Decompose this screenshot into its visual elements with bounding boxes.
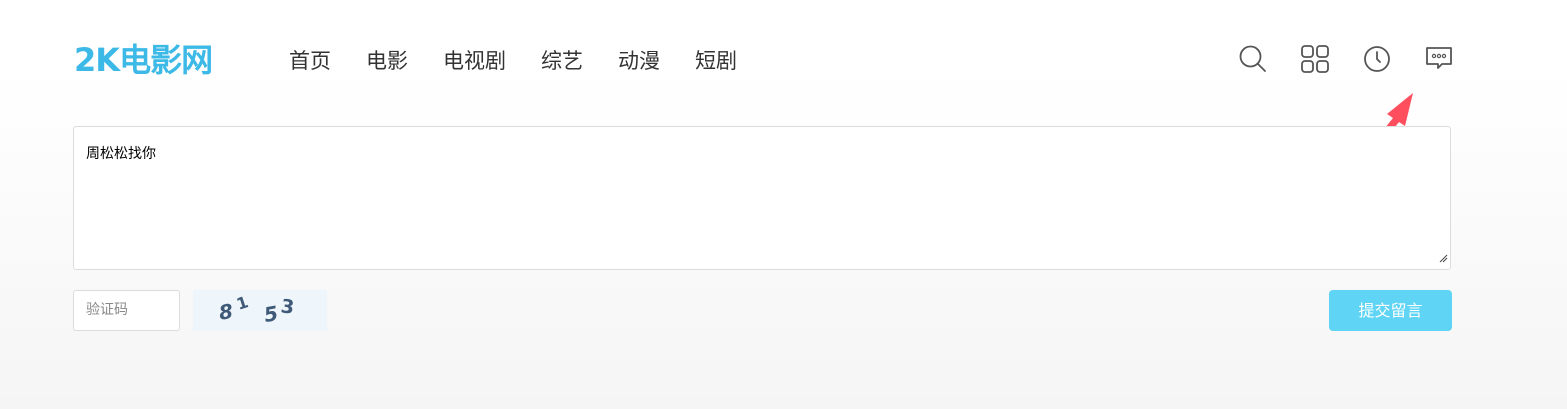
svg-text:8: 8	[217, 299, 234, 325]
message-text: 周松松找你	[86, 146, 156, 162]
nav-item-variety[interactable]: 综艺	[541, 44, 583, 78]
svg-text:1: 1	[234, 292, 250, 314]
nav-item-anime[interactable]: 动漫	[618, 44, 660, 78]
nav-item-tv-series[interactable]: 电视剧	[443, 44, 506, 78]
main-nav: 首页 电影 电视剧 综艺 动漫 短剧	[289, 44, 772, 78]
search-icon[interactable]	[1238, 44, 1268, 74]
nav-item-home[interactable]: 首页	[289, 44, 331, 78]
captcha-image[interactable]: 8 1 5 3 8153	[193, 290, 327, 331]
nav-item-movies[interactable]: 电影	[366, 44, 408, 78]
message-textarea[interactable]: 周松松找你	[73, 126, 1451, 270]
svg-text:5: 5	[262, 301, 280, 327]
site-header: 2K电影网 首页 电影 电视剧 综艺 动漫 短剧	[0, 0, 1567, 110]
submit-message-button[interactable]: 提交留言	[1329, 290, 1452, 331]
message-icon[interactable]	[1424, 44, 1454, 74]
resize-handle-icon[interactable]	[1439, 248, 1448, 267]
history-icon[interactable]	[1362, 44, 1392, 74]
svg-text:3: 3	[279, 295, 295, 319]
site-logo[interactable]: 2K电影网	[74, 40, 213, 80]
captcha-input[interactable]: 验证码	[73, 290, 180, 331]
nav-item-short-drama[interactable]: 短剧	[695, 44, 737, 78]
grid-icon[interactable]	[1300, 44, 1330, 74]
